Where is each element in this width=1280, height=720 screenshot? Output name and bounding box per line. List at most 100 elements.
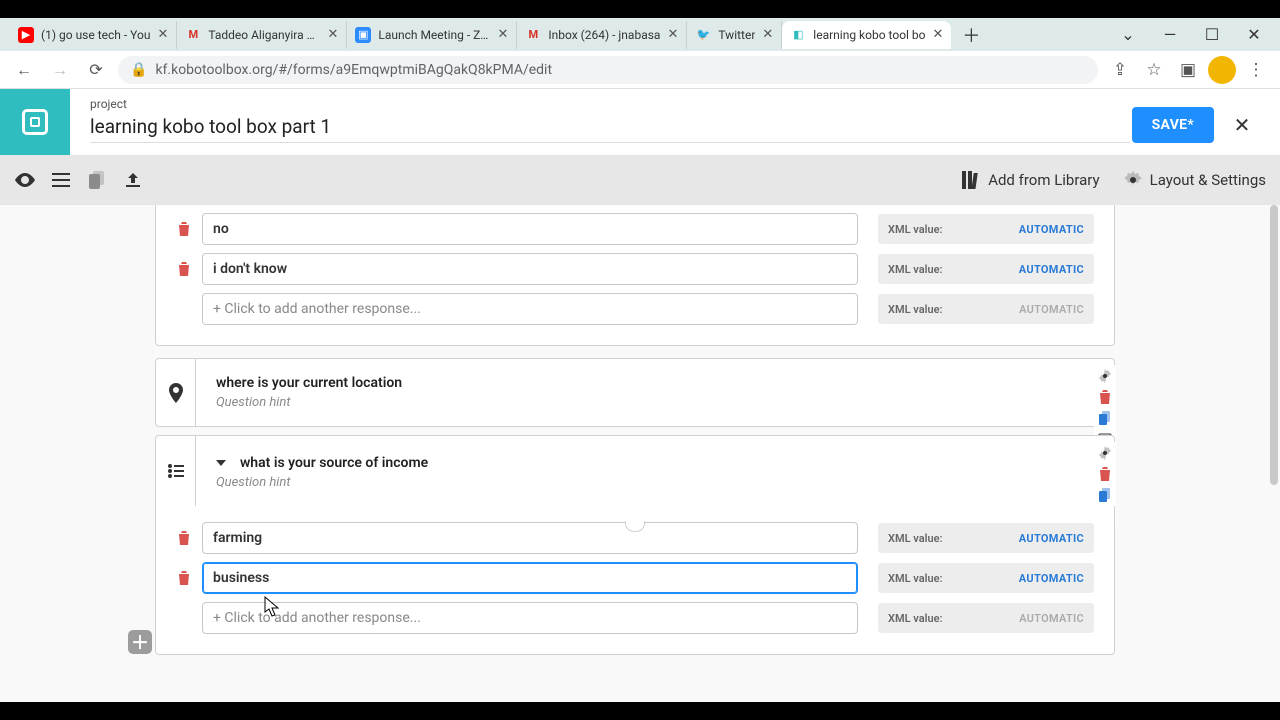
minimize-icon[interactable]: — [1150,21,1190,49]
youtube-icon: ▶ [18,27,34,43]
tab-title: Twitter [718,28,755,42]
tab-title: Inbox (264) - jnabasa [548,28,660,42]
close-icon[interactable]: ✕ [667,27,678,42]
back-icon[interactable]: ← [10,56,38,84]
vertical-scrollbar[interactable] [1270,205,1278,485]
question-type-icon [156,436,196,506]
profile-icon[interactable] [1208,56,1236,84]
bookmark-icon[interactable]: ☆ [1140,56,1168,84]
xml-value-box[interactable]: XML value:AUTOMATIC [878,254,1094,284]
response-list: XML value:AUTOMATIC XML value:AUTOMATIC … [155,205,1115,346]
browser-tab-active[interactable]: ◧ learning kobo tool bo ✕ [782,21,951,49]
kobo-logo[interactable] [0,89,70,155]
delete-icon[interactable] [176,570,192,586]
close-icon[interactable]: ✕ [157,27,168,42]
expand-icon[interactable] [50,169,72,191]
extensions-icon[interactable]: ▣ [1174,56,1202,84]
menu-icon[interactable]: ⋮ [1242,56,1270,84]
add-from-library-label: Add from Library [988,171,1099,189]
xml-value-box[interactable]: XML value:AUTOMATIC [878,214,1094,244]
browser-tab[interactable]: M Taddeo Aliganyira has ✕ [177,21,347,49]
new-tab-button[interactable]: ＋ [957,21,985,49]
maximize-icon[interactable]: ☐ [1192,21,1232,49]
close-icon[interactable]: ✕ [762,27,773,42]
response-input[interactable] [202,253,858,285]
response-input[interactable] [202,213,858,245]
tab-title: (1) go use tech - You [41,28,150,42]
delete-icon[interactable] [1096,388,1114,406]
browser-tab[interactable]: ▶ (1) go use tech - You ✕ [10,21,177,49]
add-response-input[interactable] [202,602,858,634]
save-button[interactable]: SAVE* [1132,107,1214,143]
twitter-icon: 🐦 [695,27,711,43]
response-row: XML value:AUTOMATIC [176,293,1094,325]
response-input[interactable] [202,562,858,594]
add-response-input[interactable] [202,293,858,325]
xml-value-box[interactable]: XML value:AUTOMATIC [878,563,1094,593]
delete-icon[interactable] [1096,465,1114,483]
question-hint[interactable]: Question hint [216,475,1094,490]
share-icon[interactable]: ⇪ [1106,56,1134,84]
reload-icon[interactable]: ⟳ [82,56,110,84]
close-icon[interactable]: ✕ [933,27,944,42]
delete-icon[interactable] [176,221,192,237]
form-canvas: XML value:AUTOMATIC XML value:AUTOMATIC … [0,205,1280,702]
response-input[interactable] [202,522,858,554]
layout-settings-label: Layout & Settings [1150,171,1266,189]
forward-icon[interactable]: → [46,56,74,84]
response-row: XML value:AUTOMATIC [176,253,1094,285]
project-label: project [90,97,1130,111]
question-title[interactable]: where is your current location [216,375,1094,391]
address-bar: ← → ⟳ 🔒 kf.kobotoolbox.org/#/forms/a9Emq… [0,51,1280,89]
form-toolbar: Add from Library Layout & Settings [0,155,1280,205]
browser-tab[interactable]: M Inbox (264) - jnabasa ✕ [517,21,687,49]
tab-title: learning kobo tool bo [813,28,925,42]
app-header: project learning kobo tool box part 1 SA… [0,89,1280,155]
tab-title: Taddeo Aliganyira has [208,28,320,42]
gear-icon[interactable] [1096,367,1114,385]
project-name[interactable]: learning kobo tool box part 1 [90,115,1130,143]
browser-tab-bar: ▶ (1) go use tech - You ✕ M Taddeo Aliga… [0,18,1280,51]
delete-icon[interactable] [176,261,192,277]
question-card-income[interactable]: what is your source of income Question h… [155,435,1115,507]
layout-settings-button[interactable]: Layout & Settings [1124,171,1266,189]
zoom-icon: ▣ [355,27,371,43]
lock-icon: 🔒 [130,62,147,78]
gear-icon[interactable] [1096,444,1114,462]
response-row: XML value:AUTOMATIC [176,213,1094,245]
response-row: XML value:AUTOMATIC [176,602,1094,634]
add-from-library-button[interactable]: Add from Library [962,171,1099,189]
black-bar-top [0,0,1280,18]
xml-value-box[interactable]: XML value:AUTOMATIC [878,523,1094,553]
browser-tab[interactable]: ▣ Launch Meeting - Zoo ✕ [347,21,517,49]
black-bar-bottom [0,702,1280,720]
close-icon[interactable]: ✕ [497,27,508,42]
url-input[interactable]: 🔒 kf.kobotoolbox.org/#/forms/a9EmqwptmiB… [118,56,1098,84]
question-hint[interactable]: Question hint [216,395,1094,410]
duplicate-icon[interactable] [1096,409,1114,427]
question-title[interactable]: what is your source of income [240,455,428,471]
close-icon[interactable]: ✕ [327,27,338,42]
question-type-icon [156,359,196,426]
duplicate-icon[interactable] [1096,486,1114,504]
tab-title: Launch Meeting - Zoo [378,28,490,42]
project-title-box: project learning kobo tool box part 1 [90,97,1130,143]
response-row: XML value:AUTOMATIC [176,562,1094,594]
gmail-icon: M [525,27,541,43]
collapse-caret-icon[interactable] [216,460,226,466]
xml-value-box: XML value:AUTOMATIC [878,294,1094,324]
import-icon[interactable] [122,169,144,191]
chevron-down-icon[interactable]: ⌄ [1108,21,1148,49]
question-card-location[interactable]: where is your current location Question … [155,358,1115,427]
delete-icon[interactable] [176,530,192,546]
url-text: kf.kobotoolbox.org/#/forms/a9EmqwptmiBAg… [155,62,552,78]
preview-icon[interactable] [14,169,36,191]
add-question-button[interactable]: ＋ [128,630,152,654]
copy-icon[interactable] [86,169,108,191]
kobo-icon: ◧ [790,27,806,43]
window-controls: ⌄ — ☐ ✕ [1108,21,1280,49]
close-window-icon[interactable]: ✕ [1234,21,1274,49]
close-editor-icon[interactable]: ✕ [1224,107,1260,143]
browser-tab[interactable]: 🐦 Twitter ✕ [687,21,782,49]
xml-value-box: XML value:AUTOMATIC [878,603,1094,633]
